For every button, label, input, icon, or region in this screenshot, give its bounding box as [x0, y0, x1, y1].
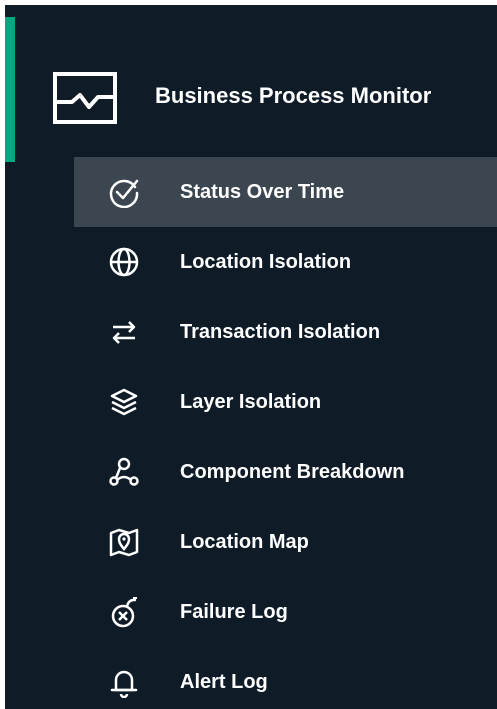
sidebar-item-label: Location Isolation [180, 251, 352, 273]
sidebar-item-label: Status Over Time [180, 181, 345, 203]
sidebar-item-location-isolation[interactable]: Location Isolation [74, 227, 497, 297]
map-location-icon [108, 526, 140, 558]
sidebar-item-label: Layer Isolation [180, 391, 322, 413]
sidebar-item-label: Failure Log [180, 601, 288, 623]
sidebar-item-status-over-time[interactable]: Status Over Time [74, 157, 497, 227]
sidebar-item-failure-log[interactable]: Failure Log [74, 577, 497, 647]
sidebar-item-label: Transaction Isolation [180, 321, 381, 343]
cluster-icon [108, 456, 140, 488]
sidebar-item-label: Alert Log [180, 671, 268, 693]
sidebar-item-alert-log[interactable]: Alert Log [74, 647, 497, 709]
sidebar-item-transaction-isolation[interactable]: Transaction Isolation [74, 297, 497, 367]
bell-icon [108, 666, 140, 698]
sidebar-item-label: Location Map [180, 531, 309, 553]
sidebar-item-location-map[interactable]: Location Map [74, 507, 497, 577]
sidebar-nav: Status Over Time Location Isolation Tran… [5, 5, 497, 709]
bomb-icon [108, 596, 140, 628]
sidebar-item-layer-isolation[interactable]: Layer Isolation [74, 367, 497, 437]
status-check-icon [108, 176, 140, 208]
globe-icon [108, 246, 140, 278]
sidebar-item-label: Component Breakdown [180, 461, 405, 483]
side-panel: Business Process Monitor Status Over Tim… [5, 5, 497, 709]
transfer-arrows-icon [108, 316, 140, 348]
sidebar-item-component-breakdown[interactable]: Component Breakdown [74, 437, 497, 507]
layers-icon [108, 386, 140, 418]
